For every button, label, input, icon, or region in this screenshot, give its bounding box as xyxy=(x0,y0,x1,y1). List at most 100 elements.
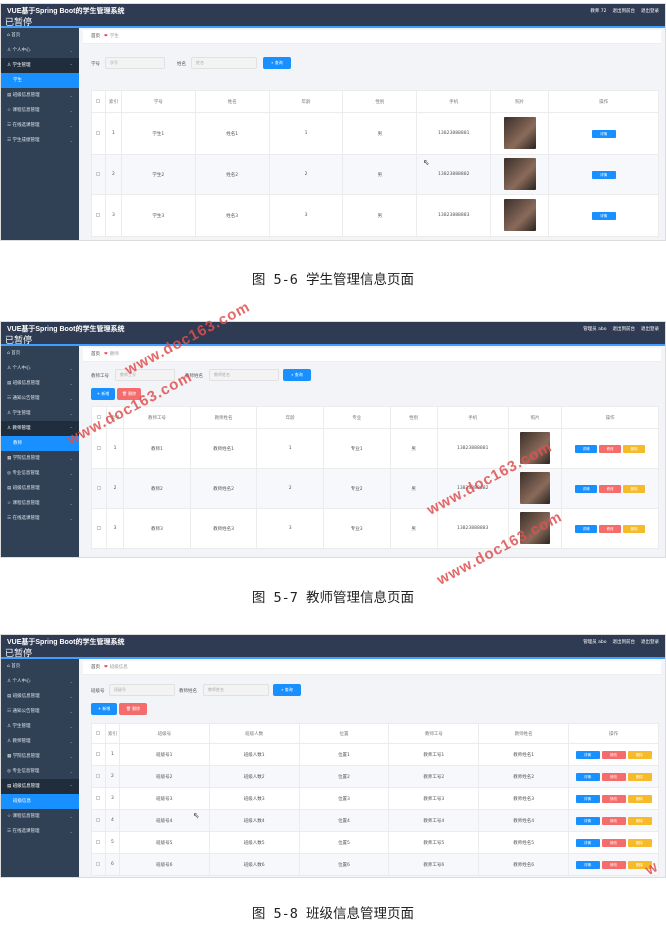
search-button[interactable]: ⌕ 查询 xyxy=(263,57,291,69)
logout-link[interactable]: 退出登录 xyxy=(641,326,659,332)
chevron-down-icon: ⌄ xyxy=(69,739,73,744)
select-all-checkbox[interactable] xyxy=(96,98,101,103)
delete-button[interactable]: 删除 xyxy=(627,838,652,847)
sidebar-item-selection[interactable]: ☰ 在线选课管理 ⌄ xyxy=(1,824,79,839)
row-checkbox[interactable] xyxy=(96,839,101,844)
table-row: 3 班级号3 班级人数3 位置3 教师工号3 教师姓名3 详情 修改 删除 xyxy=(91,787,659,810)
sidebar-item-students[interactable]: ♙ 学生管理 ⌃ xyxy=(1,58,79,73)
delete-button[interactable]: 删除 xyxy=(627,772,652,781)
edit-button[interactable]: 修改 xyxy=(601,772,626,781)
sidebar-item-teachers[interactable]: ♙ 教师管理 ⌄ xyxy=(1,734,79,749)
edit-button[interactable]: 修改 xyxy=(601,838,626,847)
row-checkbox[interactable] xyxy=(97,485,102,490)
front-link[interactable]: 退出到前台 xyxy=(613,8,636,14)
logout-link[interactable]: 退出登录 xyxy=(641,639,659,645)
add-button[interactable]: + 新增 xyxy=(91,388,115,400)
detail-button[interactable]: 详情 xyxy=(575,444,598,453)
edit-button[interactable]: 修改 xyxy=(599,524,622,533)
sidebar-item-course[interactable]: ☆ 课程信息管理 ⌄ xyxy=(1,103,79,118)
row-checkbox[interactable] xyxy=(96,212,101,217)
detail-button[interactable]: 详情 xyxy=(575,750,600,759)
delete-button[interactable]: 删除 xyxy=(623,444,646,453)
sidebar-item-selection[interactable]: ☰ 在线选课管理 ⌄ xyxy=(1,511,79,526)
table-row: 3 学生3 姓名3 3 男 13823888883 详情 xyxy=(91,194,659,237)
search-input-name[interactable]: 姓名 xyxy=(191,57,257,69)
sidebar-item-class[interactable]: ▤ 班级信息管理 ⌄ xyxy=(1,88,79,103)
delete-button[interactable]: 删除 xyxy=(627,816,652,825)
sidebar-item-profile[interactable]: ♙ 个人中心 ⌄ xyxy=(1,43,79,58)
search-input-no[interactable]: 班级号 xyxy=(109,684,175,696)
sidebar-item-home[interactable]: ⌂ 首页 xyxy=(1,28,79,43)
sidebar-item-grades[interactable]: ☰ 学生成绩管理 ⌄ xyxy=(1,133,79,148)
sidebar-item-class[interactable]: ▤ 班级信息管理 ⌄ xyxy=(1,689,79,704)
sidebar-item-course[interactable]: ☆ 课程信息管理 ⌄ xyxy=(1,496,79,511)
sidebar-item-profile[interactable]: ♙ 个人中心 ⌄ xyxy=(1,361,79,376)
row-checkbox[interactable] xyxy=(96,130,101,135)
search-input-no[interactable]: 学号 xyxy=(105,57,165,69)
edit-button[interactable]: 修改 xyxy=(601,794,626,803)
front-link[interactable]: 退出到前台 xyxy=(613,639,636,645)
top-bar-links: 管理员 abo 退出到前台 退出登录 xyxy=(583,639,659,645)
sidebar-item-notice[interactable]: ☷ 通知公告管理 ⌄ xyxy=(1,391,79,406)
search-button[interactable]: ⌕ 查询 xyxy=(283,369,311,381)
detail-button[interactable]: 详情 xyxy=(575,794,600,803)
row-checkbox[interactable] xyxy=(96,817,101,822)
paused-label: 已暂停 xyxy=(5,18,33,28)
detail-button[interactable]: 详情 xyxy=(575,484,598,493)
delete-button[interactable]: 删除 xyxy=(623,484,646,493)
sidebar-item-college[interactable]: ▦ 学院信息管理 ⌄ xyxy=(1,749,79,764)
edit-button[interactable]: 修改 xyxy=(601,860,626,869)
sidebar-item-home[interactable]: ⌂ 首页 xyxy=(1,346,79,361)
add-button[interactable]: + 新增 xyxy=(91,703,117,715)
delete-button[interactable]: 删除 xyxy=(623,524,646,533)
detail-button[interactable]: 详情 xyxy=(575,838,600,847)
sidebar-item-student[interactable]: 学生 xyxy=(1,73,79,88)
sidebar-item-class-mgmt[interactable]: ▤ 班级信息管理 ⌃ xyxy=(1,779,79,794)
edit-button[interactable]: 修改 xyxy=(599,444,622,453)
logout-link[interactable]: 退出登录 xyxy=(641,8,659,14)
detail-button[interactable]: 详情 xyxy=(591,129,616,138)
search-button[interactable]: ⌕ 查询 xyxy=(273,684,301,696)
sidebar-item-home[interactable]: ⌂ 首页 xyxy=(1,659,79,674)
front-link[interactable]: 退出到前台 xyxy=(613,326,636,332)
sidebar-item-students[interactable]: ♙ 学生管理 ⌄ xyxy=(1,406,79,421)
sidebar-item-major[interactable]: ◎ 专业信息管理 ⌄ xyxy=(1,764,79,779)
select-all-checkbox[interactable] xyxy=(96,730,101,735)
row-checkbox[interactable] xyxy=(97,445,102,450)
row-checkbox[interactable] xyxy=(96,171,101,176)
sidebar-item-class2[interactable]: ▤ 班级信息管理 ⌄ xyxy=(1,481,79,496)
sidebar-item-students[interactable]: ♙ 学生管理 ⌄ xyxy=(1,719,79,734)
search-input-name[interactable]: 教师姓名 xyxy=(209,369,279,381)
detail-button[interactable]: 详情 xyxy=(591,211,616,220)
search-bar: 学号 学号 姓名 姓名 ⌕ 查询 xyxy=(83,52,661,76)
detail-button[interactable]: 详情 xyxy=(575,816,600,825)
sidebar-item-course[interactable]: ☆ 课程信息管理 ⌄ xyxy=(1,809,79,824)
edit-button[interactable]: 修改 xyxy=(601,750,626,759)
row-checkbox[interactable] xyxy=(96,773,101,778)
sidebar-item-class[interactable]: ▤ 班级信息管理 ⌄ xyxy=(1,376,79,391)
batch-delete-button[interactable]: 🗑 删除 xyxy=(119,703,147,715)
sidebar-item-class-info[interactable]: 班级信息 xyxy=(1,794,79,809)
sidebar-item-college[interactable]: ▦ 学院信息管理 ⌄ xyxy=(1,451,79,466)
detail-button[interactable]: 详情 xyxy=(575,524,598,533)
sidebar-item-selection[interactable]: ☰ 在线选课管理 ⌄ xyxy=(1,118,79,133)
table-header: 索引 教师工号 教师姓名 年龄 专业 性别 手机 照片 操作 xyxy=(90,406,659,429)
heart-icon: ❤ xyxy=(104,352,108,357)
row-checkbox[interactable] xyxy=(96,795,101,800)
row-checkbox[interactable] xyxy=(96,751,101,756)
edit-button[interactable]: 修改 xyxy=(599,484,622,493)
sidebar: ⌂ 首页 ♙ 个人中心 ⌄ ▤ 班级信息管理 ⌄ ☷ 通知公告管理 ⌄ ♙ 学生管理 ⌄… xyxy=(1,346,79,557)
edit-button[interactable]: 修改 xyxy=(601,816,626,825)
detail-button[interactable]: 详情 xyxy=(575,772,600,781)
search-input-name[interactable]: 教师姓名 xyxy=(203,684,269,696)
row-checkbox[interactable] xyxy=(96,861,101,866)
detail-button[interactable]: 详情 xyxy=(575,860,600,869)
sidebar-item-profile[interactable]: ♙ 个人中心 ⌄ xyxy=(1,674,79,689)
sidebar-item-major[interactable]: ◎ 专业信息管理 ⌄ xyxy=(1,466,79,481)
detail-button[interactable]: 详情 xyxy=(591,170,616,179)
row-checkbox[interactable] xyxy=(97,525,102,530)
sidebar-item-notice[interactable]: ☷ 通知公告管理 ⌄ xyxy=(1,704,79,719)
delete-button[interactable]: 删除 xyxy=(627,794,652,803)
delete-button[interactable]: 删除 xyxy=(627,750,652,759)
search-label-1: 班级号 xyxy=(91,689,105,694)
